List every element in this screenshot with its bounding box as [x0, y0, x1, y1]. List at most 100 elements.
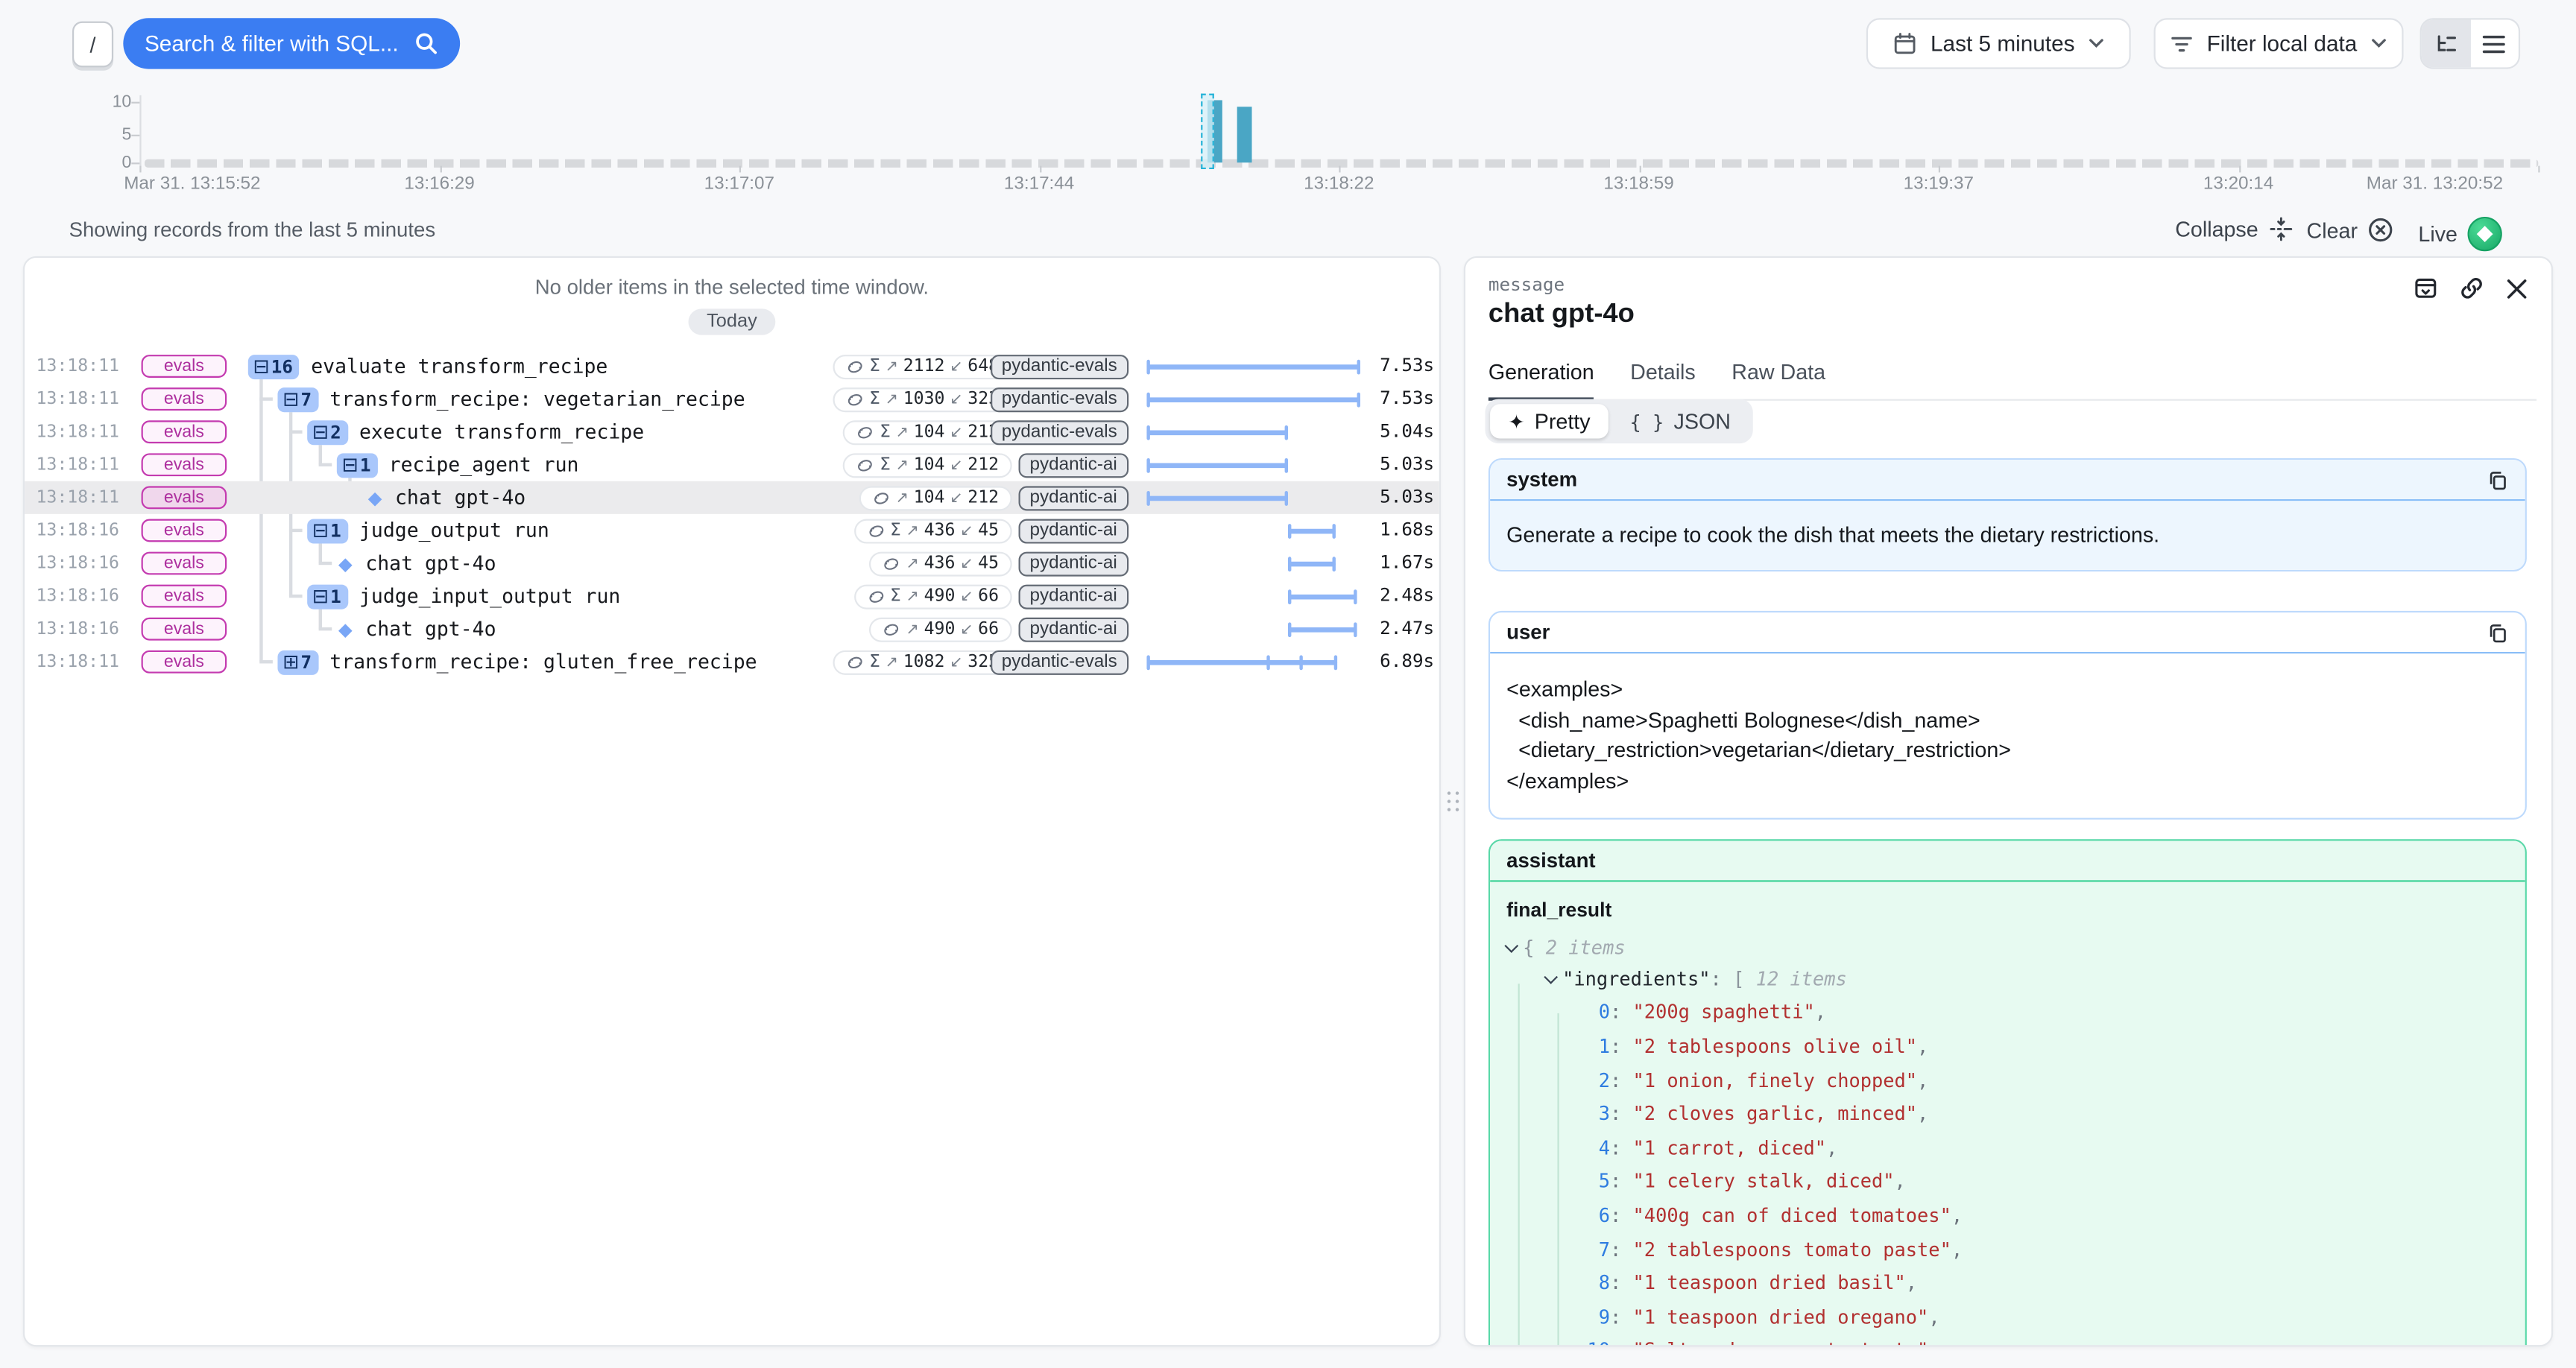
close-panel-icon[interactable] — [2505, 276, 2528, 300]
filter-local-data-dropdown[interactable]: Filter local data — [2154, 18, 2404, 69]
tree-toggle[interactable]: ⊟1 — [307, 518, 347, 542]
tree-toggle[interactable]: ◆ — [337, 551, 354, 575]
evals-badge[interactable]: evals — [142, 420, 227, 443]
list-view-toggle[interactable] — [2470, 19, 2519, 67]
copy-link-icon[interactable] — [2460, 276, 2484, 300]
scope-tag[interactable]: pydantic-ai — [1018, 518, 1128, 542]
duration-bar — [1146, 429, 1288, 435]
trace-row[interactable]: 13:18:16 evals ◆chat gpt-4o ↗490↙66 pyda… — [25, 612, 1439, 645]
input-tokens: 104 — [914, 422, 945, 441]
scope-tag[interactable]: pydantic-evals — [990, 419, 1128, 444]
output-tokens: 212 — [967, 488, 999, 507]
trace-row[interactable]: 13:18:16 evals ⊟1judge_input_output run … — [25, 580, 1439, 612]
tree-toggle[interactable]: ⊟7 — [277, 387, 318, 411]
row-timestamp: 13:18:11 — [36, 488, 118, 507]
clear-button[interactable]: Clear — [2296, 215, 2403, 245]
tab-generation[interactable]: Generation — [1489, 360, 1594, 384]
json-root-line[interactable]: { 2 items — [1506, 934, 2508, 965]
trace-row-selected[interactable]: 13:18:11 evals ◆chat gpt-4o ↗104↙212 pyd… — [25, 481, 1439, 514]
output-tokens-arrow-icon: ↙ — [960, 554, 973, 572]
filter-lines-icon — [2171, 34, 2194, 53]
copy-icon[interactable] — [2487, 622, 2509, 644]
child-count: 1 — [330, 520, 341, 542]
x-tick-mark — [2538, 166, 2539, 173]
app-window: / Search & filter with SQL... Last 5 min… — [0, 0, 2576, 1368]
input-tokens-arrow-icon: ↗ — [906, 522, 919, 539]
trace-list-panel: No older items in the selected time wind… — [23, 256, 1441, 1347]
output-tokens-arrow-icon: ↙ — [950, 489, 963, 507]
output-tokens-arrow-icon: ↙ — [950, 357, 963, 375]
scope-tag[interactable]: pydantic-ai — [1018, 452, 1128, 477]
evals-badge[interactable]: evals — [142, 650, 227, 674]
x-tick-mark — [1039, 166, 1041, 173]
tree-toggle[interactable]: ◆ — [367, 485, 384, 510]
tab-raw-data[interactable]: Raw Data — [1731, 360, 1825, 384]
output-tokens-arrow-icon: ↙ — [950, 423, 963, 441]
pretty-mode-button[interactable]: ✦ Pretty — [1490, 404, 1609, 438]
collapse-button[interactable]: Collapse — [2165, 215, 2302, 243]
evals-badge[interactable]: evals — [142, 387, 227, 411]
evals-badge[interactable]: evals — [142, 453, 227, 476]
tree-toggle[interactable]: ⊟1 — [307, 584, 347, 609]
json-mode-button[interactable]: { } JSON — [1611, 404, 1749, 438]
json-array-item: 9: "1 teaspoon dried oregano", — [1587, 1300, 2508, 1334]
duration-text: 6.89s — [1380, 650, 1434, 672]
scope-tag[interactable]: pydantic-evals — [990, 387, 1128, 411]
node-toggle-icon: ◆ — [338, 618, 353, 640]
trace-row[interactable]: 13:18:11 evals ⊟7transform_recipe: veget… — [25, 383, 1439, 416]
tree-view-toggle[interactable] — [2422, 19, 2470, 67]
tree-toggle[interactable]: ⊞7 — [277, 650, 318, 674]
records-histogram[interactable] — [139, 90, 2538, 162]
json-array-item: 4: "1 carrot, diced", — [1587, 1131, 2508, 1165]
scope-tag[interactable]: pydantic-ai — [1018, 485, 1128, 510]
scope-tag[interactable]: pydantic-ai — [1018, 551, 1128, 575]
trace-row[interactable]: 13:18:11 evals ⊞7transform_recipe: glute… — [25, 645, 1439, 678]
scope-tag[interactable]: pydantic-ai — [1018, 617, 1128, 642]
trace-row[interactable]: 13:18:11 evals ⊟16evaluate transform_rec… — [25, 349, 1439, 382]
scope-tag[interactable]: pydantic-evals — [990, 650, 1128, 674]
scope-tag[interactable]: pydantic-evals — [990, 354, 1128, 379]
braces-icon: { } — [1630, 410, 1664, 433]
tree-toggle[interactable]: ◆ — [337, 617, 354, 642]
evals-badge[interactable]: evals — [142, 519, 227, 542]
trace-row[interactable]: 13:18:11 evals ⊟1recipe_agent run Σ↗104↙… — [25, 449, 1439, 481]
copy-icon[interactable] — [2487, 469, 2509, 490]
histogram-pending-bar[interactable] — [1201, 94, 1214, 169]
tree-toggle[interactable]: ⊟16 — [248, 354, 300, 379]
evals-badge[interactable]: evals — [142, 486, 227, 509]
trace-row[interactable]: 13:18:16 evals ◆chat gpt-4o ↗436↙45 pyda… — [25, 547, 1439, 580]
assistant-message-card: assistant final_result { 2 items "ingred… — [1489, 840, 2527, 1346]
evals-badge[interactable]: evals — [142, 618, 227, 641]
search-button[interactable]: Search & filter with SQL... — [123, 18, 460, 69]
time-range-dropdown[interactable]: Last 5 minutes — [1866, 18, 2131, 69]
node-toggle-icon: ⊟ — [253, 355, 269, 377]
tree-toggle[interactable]: ⊟1 — [337, 452, 377, 477]
json-array-item: 7: "2 tablespoons tomato paste", — [1587, 1232, 2508, 1266]
output-tokens: 212 — [967, 455, 999, 475]
json-array-item: 10: "Salt and pepper to taste", — [1587, 1334, 2508, 1347]
evals-badge[interactable]: evals — [142, 585, 227, 608]
output-tokens: 66 — [978, 619, 999, 639]
tree-toggle[interactable]: ⊟2 — [307, 419, 347, 444]
showing-records-text: Showing records from the last 5 minutes — [69, 218, 436, 241]
json-key-line[interactable]: "ingredients": [ 12 items — [1506, 965, 2508, 996]
evals-badge[interactable]: evals — [142, 552, 227, 575]
scope-tag[interactable]: pydantic-ai — [1018, 584, 1128, 609]
evals-badge[interactable]: evals — [142, 355, 227, 378]
today-pill[interactable]: Today — [689, 308, 775, 335]
row-timestamp: 13:18:11 — [36, 389, 118, 408]
user-message-content: <examples> <dish_name>Spaghetti Bolognes… — [1490, 654, 2525, 818]
histogram-bar[interactable] — [1237, 107, 1252, 162]
output-tokens-arrow-icon: ↙ — [960, 620, 973, 638]
clear-label: Clear — [2307, 218, 2358, 242]
trace-row[interactable]: 13:18:16 evals ⊟1judge_output run Σ↗436↙… — [25, 514, 1439, 547]
live-toggle-button[interactable]: Live — [2408, 215, 2512, 253]
output-tokens: 66 — [978, 586, 999, 606]
token-coin-icon — [856, 423, 874, 441]
y-axis-tick-5: 5 — [86, 124, 132, 143]
trace-row[interactable]: 13:18:11 evals ⊟2execute transform_recip… — [25, 416, 1439, 449]
tab-details[interactable]: Details — [1630, 360, 1696, 384]
open-in-view-icon[interactable] — [2414, 276, 2438, 300]
output-tokens-arrow-icon: ↙ — [950, 456, 963, 474]
panel-resize-handle[interactable] — [1448, 791, 1465, 816]
